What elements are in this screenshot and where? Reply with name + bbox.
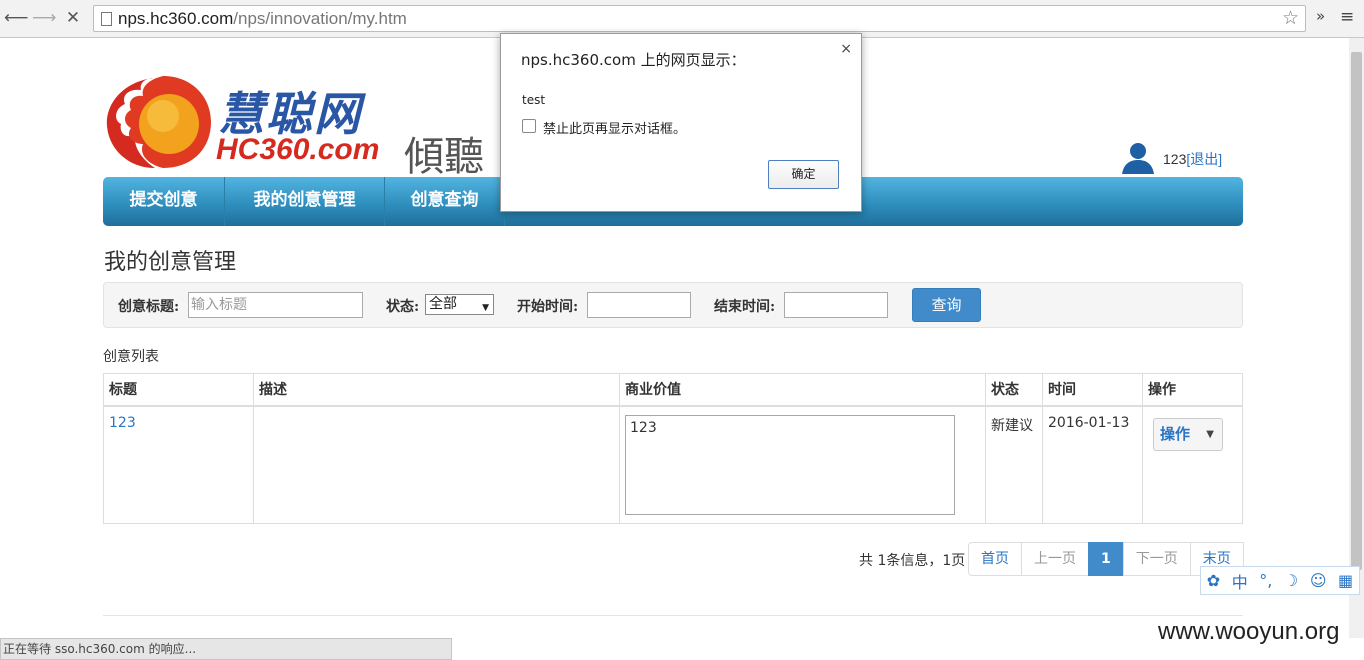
url-host: nps.hc360.com <box>118 9 234 28</box>
dialog-title: nps.hc360.com 上的网页显示： <box>521 51 746 69</box>
menu-idea-search[interactable]: 创意查询 <box>385 177 505 226</box>
idea-title-link[interactable]: 123 <box>109 415 136 431</box>
forward-icon[interactable]: ⟶ <box>32 7 56 29</box>
ime-user-icon[interactable]: ☺ <box>1310 571 1327 590</box>
alert-dialog: nps.hc360.com 上的网页显示： × test 禁止此页再显示对话框。… <box>500 33 862 212</box>
col-title: 标题 <box>103 373 254 407</box>
cell-action: 操作 ▼ <box>1142 405 1243 524</box>
menu-submit-idea[interactable]: 提交创意 <box>103 177 225 226</box>
logo-flame-icon <box>106 76 211 168</box>
status-select[interactable]: 全部 ▼ <box>425 294 494 315</box>
suppress-dialogs-checkbox[interactable] <box>522 119 536 133</box>
logout-link[interactable]: [退出] <box>1186 151 1222 167</box>
col-desc: 描述 <box>253 373 620 407</box>
ime-paw-icon[interactable]: ✿ <box>1207 571 1220 590</box>
col-value: 商业价值 <box>619 373 986 407</box>
pager-info: 共 1条信息，1页 <box>859 553 966 569</box>
table-row: 123 123 新建议 2016-01-13 操作 ▼ <box>103 405 1243 524</box>
logo-text-en: HC360.com <box>216 133 380 166</box>
page-current[interactable]: 1 <box>1088 542 1124 576</box>
url-text[interactable]: nps.hc360.com/nps/innovation/my.htm <box>118 9 407 29</box>
extensions-chevron-icon[interactable]: » <box>1316 7 1325 25</box>
title-input[interactable]: 输入标题 <box>188 292 363 318</box>
dialog-message: test <box>522 93 546 107</box>
ok-button[interactable]: 确定 <box>768 160 839 189</box>
list-caption: 创意列表 <box>103 349 159 365</box>
page-title: 我的创意管理 <box>104 250 237 275</box>
vertical-scrollbar[interactable] <box>1349 38 1364 638</box>
stop-icon[interactable]: ✕ <box>62 7 84 29</box>
user-name-area: 123[退出] <box>1163 149 1222 169</box>
close-icon[interactable]: × <box>840 41 852 57</box>
query-button[interactable]: 查询 <box>912 288 981 322</box>
address-bar[interactable]: nps.hc360.com/nps/innovation/my.htm ☆ <box>93 5 1306 32</box>
ime-chinese-mode[interactable]: 中 <box>1232 569 1248 593</box>
footer-divider <box>103 615 1243 616</box>
scrollbar-thumb[interactable] <box>1351 52 1362 570</box>
cell-value: 123 <box>619 405 986 524</box>
select-arrow-icon: ▼ <box>482 303 489 313</box>
col-time: 时间 <box>1042 373 1143 407</box>
col-action: 操作 <box>1142 373 1243 407</box>
suppress-dialogs-label[interactable]: 禁止此页再显示对话框。 <box>543 118 686 137</box>
page-icon <box>101 12 112 26</box>
ime-moon-icon[interactable]: ☽ <box>1284 571 1298 590</box>
start-time-label: 开始时间: <box>517 299 579 315</box>
ime-toolbar[interactable]: ✿ 中 °, ☽ ☺ ▦ <box>1200 566 1360 595</box>
menu-my-ideas[interactable]: 我的创意管理 <box>225 177 385 226</box>
ime-punctuation-icon[interactable]: °, <box>1259 571 1272 590</box>
action-label: 操作 <box>1160 424 1191 443</box>
caret-down-icon: ▼ <box>1206 428 1214 440</box>
table-header-row: 标题 描述 商业价值 状态 时间 操作 <box>103 373 1243 407</box>
page-next[interactable]: 下一页 <box>1122 542 1191 576</box>
cell-title: 123 <box>103 405 254 524</box>
watermark: www.wooyun.org <box>1158 618 1340 645</box>
back-icon[interactable]: ⟵ <box>4 7 28 29</box>
start-time-input[interactable] <box>587 292 691 318</box>
bookmark-star-icon[interactable]: ☆ <box>1282 7 1299 29</box>
cell-desc <box>253 405 620 524</box>
ideas-table: 标题 描述 商业价值 状态 时间 操作 123 123 新建议 2016-01-… <box>103 373 1243 524</box>
status-label: 状态: <box>386 299 420 315</box>
cell-time: 2016-01-13 <box>1042 405 1143 524</box>
username: 123 <box>1163 151 1187 167</box>
col-status: 状态 <box>985 373 1043 407</box>
cell-status: 新建议 <box>985 405 1043 524</box>
end-time-label: 结束时间: <box>714 299 776 315</box>
status-selected-value: 全部 <box>429 296 457 312</box>
status-bar: 正在等待 sso.hc360.com 的响应... <box>0 638 452 660</box>
business-value-textarea[interactable]: 123 <box>625 414 955 515</box>
action-dropdown-button[interactable]: 操作 ▼ <box>1153 417 1223 451</box>
url-path: /nps/innovation/my.htm <box>233 9 407 28</box>
end-time-input[interactable] <box>784 292 888 318</box>
title-label: 创意标题: <box>118 299 180 315</box>
page-prev[interactable]: 上一页 <box>1021 542 1089 576</box>
logo-slogan: 傾聽 <box>404 134 484 180</box>
ime-grid-icon[interactable]: ▦ <box>1338 571 1353 590</box>
menu-icon[interactable]: ≡ <box>1340 7 1354 27</box>
user-avatar-icon <box>1122 143 1154 174</box>
search-panel: 创意标题: 输入标题 状态: 全部 ▼ 开始时间: 结束时间: 查询 <box>103 282 1243 328</box>
page-first[interactable]: 首页 <box>968 542 1022 576</box>
